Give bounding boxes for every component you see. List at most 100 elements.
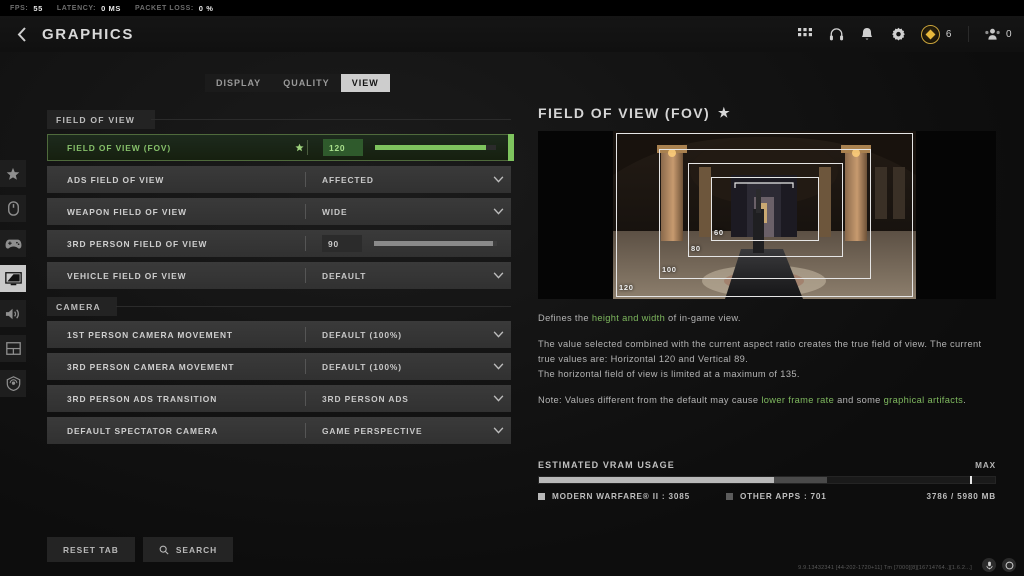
row-divider <box>305 236 306 251</box>
setting-row-field-of-view[interactable]: FIELD OF VIEW (FOV) 120 <box>47 134 514 161</box>
setting-value: 120 <box>329 142 346 153</box>
chevron-down-icon[interactable] <box>485 395 511 402</box>
legend-game-label: MODERN WARFARE® II : 3085 <box>552 492 690 501</box>
fov-slider[interactable] <box>375 134 496 161</box>
grid-icon[interactable] <box>797 26 814 43</box>
setting-value-box[interactable]: 120 <box>323 139 363 156</box>
legend-other: OTHER APPS : 701 <box>725 492 827 501</box>
rail-item-favorites[interactable] <box>0 160 26 187</box>
chevron-down-icon[interactable] <box>485 427 511 434</box>
setting-row-3rd-person-field-of-view[interactable]: 3RD PERSON FIELD OF VIEW 90 <box>47 230 511 257</box>
party-indicator[interactable]: 0 <box>985 27 1012 41</box>
star-icon <box>6 167 20 180</box>
gear-icon[interactable] <box>890 26 907 43</box>
setting-label: 3RD PERSON ADS TRANSITION <box>67 393 218 404</box>
header-divider <box>967 26 969 42</box>
fov-label-80: 80 <box>691 244 701 253</box>
fov-preview: 120 100 80 60 <box>538 131 996 299</box>
record-icon[interactable] <box>1002 558 1016 572</box>
desc-paragraph-3: The horizontal field of view is limited … <box>538 369 800 379</box>
setting-row-3rd-person-ads-transition[interactable]: 3RD PERSON ADS TRANSITION 3RD PERSON ADS <box>47 385 511 412</box>
note-highlight-2: graphical artifacts <box>883 395 964 405</box>
setting-value: 90 <box>328 238 339 249</box>
headset-icon[interactable] <box>828 26 845 43</box>
fov-label-60: 60 <box>714 228 724 237</box>
rail-item-audio[interactable] <box>0 300 26 327</box>
setting-value-box[interactable]: 90 <box>322 235 362 252</box>
section-title: FIELD OF VIEW <box>56 114 136 125</box>
favorite-star-icon[interactable] <box>291 143 307 152</box>
chevron-down-icon[interactable] <box>485 331 511 338</box>
tab-display[interactable]: DISPLAY <box>205 74 272 92</box>
settings-list: FIELD OF VIEW FIELD OF VIEW (FOV) 120 AD… <box>47 110 514 449</box>
perf-fps-label: FPS: <box>10 4 29 12</box>
section-header-camera: CAMERA <box>47 297 511 316</box>
reset-tab-label: RESET TAB <box>63 544 119 555</box>
desc-line-1: Defines the height and width of in-game … <box>538 311 996 326</box>
rail-item-graphics[interactable] <box>0 265 26 292</box>
setting-row-3rd-person-camera-movement[interactable]: 3RD PERSON CAMERA MOVEMENT DEFAULT (100%… <box>47 353 511 380</box>
rail-item-account[interactable] <box>0 370 26 397</box>
tab-quality[interactable]: QUALITY <box>272 74 341 92</box>
desc-paragraph-2: The value selected combined with the cur… <box>538 339 982 364</box>
fov-box-60 <box>711 177 819 241</box>
slider-track <box>374 241 497 246</box>
fov-label-100: 100 <box>662 265 677 274</box>
vram-max-marker <box>969 476 972 484</box>
setting-description: Defines the height and width of in-game … <box>538 311 996 408</box>
perf-packet-loss-label: PACKET LOSS: <box>134 4 194 12</box>
chevron-down-icon[interactable] <box>485 176 511 183</box>
setting-row-ads-field-of-view[interactable]: ADS FIELD OF VIEW AFFECTED <box>47 166 511 193</box>
perf-fps: FPS: 55 <box>10 4 43 13</box>
chevron-down-icon[interactable] <box>485 363 511 370</box>
search-button[interactable]: SEARCH <box>142 537 234 562</box>
vram-legend: MODERN WARFARE® II : 3085 OTHER APPS : 7… <box>538 492 996 501</box>
setting-value: DEFAULT (100%) <box>322 361 402 372</box>
perf-fps-value: 55 <box>33 3 43 13</box>
detail-title-row: FIELD OF VIEW (FOV) ★ <box>538 105 996 121</box>
perf-latency: LATENCY: 0 MS <box>57 4 121 13</box>
perf-latency-label: LATENCY: <box>56 4 97 12</box>
note-highlight-1: lower frame rate <box>761 395 835 405</box>
microphone-icon[interactable] <box>982 558 996 572</box>
vram-title: ESTIMATED VRAM USAGE <box>538 460 675 470</box>
bell-icon[interactable] <box>859 26 876 43</box>
slider-fill <box>375 145 487 150</box>
chevron-down-icon[interactable] <box>485 208 511 215</box>
setting-row-default-spectator-camera[interactable]: DEFAULT SPECTATOR CAMERA GAME PERSPECTIV… <box>47 417 511 444</box>
selection-indicator <box>508 134 514 161</box>
tab-view[interactable]: VIEW <box>340 74 390 92</box>
perf-latency-value: 0 MS <box>101 3 121 13</box>
vram-max-label: MAX <box>975 461 996 470</box>
desc-1-post: of in-game view. <box>665 313 741 323</box>
page-header: GRAPHICS 6 0 <box>0 16 1024 52</box>
setting-row-vehicle-field-of-view[interactable]: VEHICLE FIELD OF VIEW DEFAULT <box>47 262 511 289</box>
build-string: 9.9.13432341 [44-202-1720+11] Tm [7000][… <box>798 565 972 571</box>
fov-label-120: 120 <box>619 283 634 292</box>
page-title: GRAPHICS <box>42 25 134 43</box>
setting-label: FIELD OF VIEW (FOV) <box>67 142 172 153</box>
vram-other-segment <box>773 477 828 483</box>
third-person-fov-slider[interactable] <box>374 230 497 257</box>
vram-usage: ESTIMATED VRAM USAGE MAX MODERN WARFARE®… <box>538 460 996 501</box>
detail-panel: FIELD OF VIEW (FOV) ★ 120 100 80 60 Defi… <box>538 105 996 408</box>
rail-item-interface[interactable] <box>0 335 26 362</box>
performance-bar: FPS: 55 LATENCY: 0 MS PACKET LOSS: 0 % <box>0 0 1024 16</box>
vram-game-segment <box>539 477 774 483</box>
rail-item-mouse-keyboard[interactable] <box>0 195 26 222</box>
detail-title: FIELD OF VIEW (FOV) <box>538 105 711 121</box>
vram-total: 3786 / 5980 MB <box>926 492 996 501</box>
setting-value: DEFAULT <box>322 270 367 281</box>
reset-tab-button[interactable]: RESET TAB <box>47 537 135 562</box>
setting-row-1st-person-camera-movement[interactable]: 1ST PERSON CAMERA MOVEMENT DEFAULT (100%… <box>47 321 511 348</box>
star-icon: ★ <box>718 105 732 120</box>
setting-label: VEHICLE FIELD OF VIEW <box>67 270 187 281</box>
currency-indicator[interactable]: 6 <box>920 24 952 44</box>
back-button[interactable] <box>0 16 42 52</box>
setting-value: WIDE <box>322 206 348 217</box>
chevron-down-icon[interactable] <box>485 272 511 279</box>
controller-icon <box>5 239 21 249</box>
setting-row-weapon-field-of-view[interactable]: WEAPON FIELD OF VIEW WIDE <box>47 198 511 225</box>
rail-item-controller[interactable] <box>0 230 26 257</box>
slider-track <box>375 145 496 150</box>
